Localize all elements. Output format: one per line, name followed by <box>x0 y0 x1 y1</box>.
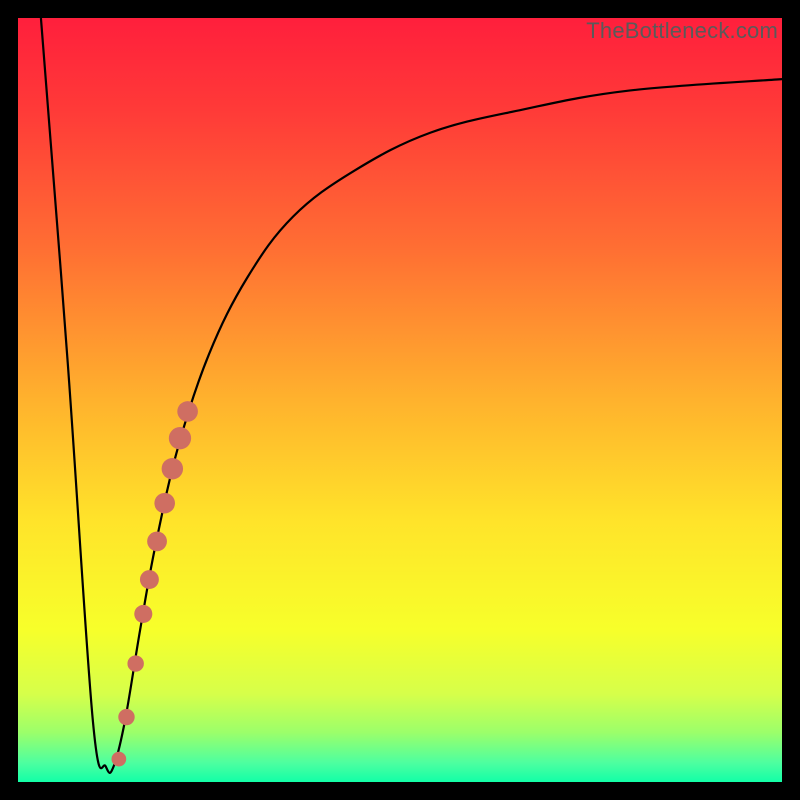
highlight-dot <box>177 401 198 422</box>
highlight-dot <box>127 655 143 671</box>
highlight-dot <box>140 570 159 589</box>
plot-area: TheBottleneck.com <box>18 18 782 782</box>
highlight-dot <box>169 427 191 449</box>
watermark-text: TheBottleneck.com <box>586 18 778 44</box>
highlight-dot <box>118 709 134 725</box>
highlight-dot <box>111 752 126 767</box>
highlight-dot <box>154 493 175 514</box>
highlight-dot <box>147 531 167 551</box>
chart-svg <box>18 18 782 782</box>
highlight-dot <box>162 458 183 479</box>
highlight-dot <box>134 605 152 623</box>
chart-frame: TheBottleneck.com <box>0 0 800 800</box>
